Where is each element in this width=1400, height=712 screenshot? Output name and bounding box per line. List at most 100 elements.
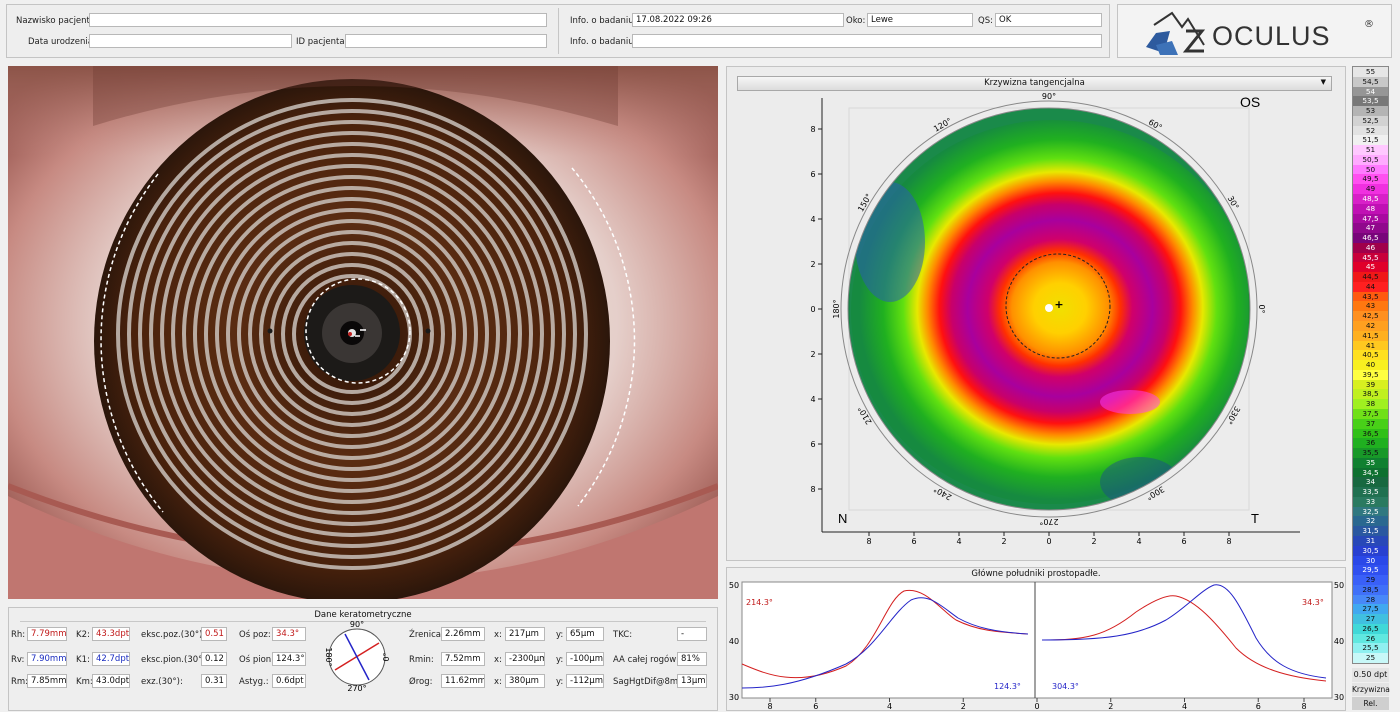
scale-entry: 28 (1353, 594, 1388, 605)
exam-info-label: Info. o badaniu: (570, 16, 637, 26)
rh-label: Rh: (11, 630, 26, 640)
scale-step-label[interactable]: 0.50 dpt (1352, 668, 1389, 682)
rm-label: Rm: (11, 677, 29, 687)
exam-datetime-field[interactable]: 17.08.2022 09:26 (632, 13, 844, 27)
rmin-x-label: x: (494, 655, 502, 665)
map-x-tick: 6 (911, 537, 916, 546)
patient-name-field[interactable] (89, 13, 547, 27)
exam-info-field[interactable] (632, 34, 1102, 48)
pupil-value: 2.26mm (441, 627, 485, 641)
patient-name-label: Nazwisko pacjenta: (16, 16, 98, 26)
scale-entry: 43 (1353, 301, 1388, 312)
k1-label: K1: (76, 655, 90, 665)
pupil-x-label: x: (494, 630, 502, 640)
scale-entry: 44,5 (1353, 272, 1388, 282)
registered-mark: ® (1364, 19, 1374, 30)
dial-270-label: 270° (347, 684, 366, 692)
scale-entry: 27,5 (1353, 604, 1388, 615)
scale-entry: 29,5 (1353, 565, 1388, 576)
scale-entry: 45 (1353, 262, 1388, 273)
pupil-y-label: y: (556, 630, 564, 640)
scale-entry: 32,5 (1353, 506, 1388, 517)
k1-value: 42.7dpt (92, 652, 130, 666)
left-blue-angle: 124.3° (994, 682, 1021, 691)
scale-type-label[interactable]: Krzywizna (1352, 683, 1390, 696)
scale-entry: 46 (1353, 242, 1388, 253)
axis-horizontal-label: Oś poz: (239, 630, 271, 640)
sag-value: 13µm (677, 674, 707, 688)
meridian-y-tick: 50 (729, 581, 739, 590)
scale-entry: 30 (1353, 555, 1388, 566)
scale-entry: 26 (1353, 633, 1388, 644)
scale-entry: 49,5 (1353, 174, 1388, 185)
scale-mode-label[interactable]: Rel. (1352, 697, 1389, 710)
scale-entry: 53,5 (1353, 96, 1388, 107)
tkc-label: TKC: (613, 630, 633, 640)
scale-entry: 31,5 (1353, 526, 1388, 536)
meridian-x-tick: 8 (767, 702, 772, 711)
temporal-label: T (1251, 511, 1259, 526)
scale-entry: 37 (1353, 418, 1388, 429)
scale-entry: 41,5 (1353, 330, 1388, 341)
patient-id-field[interactable] (345, 34, 547, 48)
patient-id-label: ID pacjenta: (296, 37, 348, 47)
map-y-tick: 0 (810, 305, 815, 314)
rmin-x-value: -2300µm (505, 652, 545, 666)
aa-label: AA całej rogówki: (613, 655, 687, 665)
meridian-y-tick-right: 30 (1334, 693, 1344, 702)
right-blue-angle: 304.3° (1052, 682, 1079, 691)
eye-field[interactable]: Lewe (867, 13, 973, 27)
map-x-tick: 2 (1001, 537, 1006, 546)
oculus-logo-text: OCULUS (1212, 21, 1331, 51)
color-scale: 55 54,5 54 53,5 53 52,5 52 51,5 51 50,5 50 49,5 49 48… (1352, 66, 1389, 664)
scale-entry: 55 (1353, 67, 1388, 77)
scale-entry: 52 (1353, 125, 1388, 136)
meridian-x-tick: 0 (1034, 702, 1039, 711)
angle-label: 270° (1039, 517, 1058, 526)
scale-entry: 49 (1353, 184, 1388, 194)
k2-value: 43.3dpt (92, 627, 130, 641)
scale-entry: 50 (1353, 164, 1388, 175)
scale-entry: 31 (1353, 535, 1388, 546)
qs-field[interactable]: OK (995, 13, 1102, 27)
km-value: 43.0dpt (92, 674, 130, 688)
topography-map: 8642024688 6 4 2 0 2 4 6 8 90°60°30°0°330°300°27… (810, 92, 1300, 546)
map-y-tick: 6 (810, 440, 815, 449)
scale-entry: 39,5 (1353, 369, 1388, 380)
scale-entry: 43,5 (1353, 291, 1388, 302)
scale-entry: 30,5 (1353, 545, 1388, 556)
rv-label: Rv: (11, 655, 25, 665)
angle-label: 240° (932, 484, 953, 501)
scale-entry: 25 (1353, 653, 1388, 663)
map-x-tick: 8 (866, 537, 871, 546)
limbus-value: 11.62mm (441, 674, 485, 688)
scale-entry: 50,5 (1353, 154, 1388, 165)
scale-entry: 34 (1353, 477, 1388, 488)
map-type-dropdown[interactable]: Krzywizna tangencjalna ▼ (737, 76, 1332, 91)
eye-label: Oko: (846, 16, 866, 26)
scale-entry: 32 (1353, 516, 1388, 527)
scale-entry: 40 (1353, 360, 1388, 370)
astigmatism-label: Astyg.: (239, 677, 269, 687)
rh-value: 7.79mm (27, 627, 67, 641)
scale-entry: 39 (1353, 379, 1388, 390)
ecc-mean-label: exz.(30°): (141, 677, 183, 687)
scale-entry: 25,5 (1353, 643, 1388, 654)
exam-info-label-2: Info. o badaniu: (570, 37, 637, 47)
dial-180-label: 180° (324, 647, 333, 666)
limbus-label: Ørog: (409, 677, 433, 687)
scale-entry: 48 (1353, 203, 1388, 214)
nasal-label: N (838, 511, 847, 526)
angle-label: 120° (932, 116, 953, 133)
meridian-profiles-chart: 50 50 40 40 30 30 8 6 4 2 0 2 4 6 8 214.3° 124.3° 304.… (729, 581, 1344, 711)
angle-label: 150° (856, 192, 873, 213)
scale-entry: 28,5 (1353, 584, 1388, 595)
ecc-mean-value: 0.31 (201, 674, 227, 688)
axis-horizontal-value: 34.3° (272, 627, 306, 641)
oculus-logo: OCULUS ® (1117, 4, 1392, 58)
birth-date-field[interactable] (89, 34, 292, 48)
angle-label: 180° (832, 299, 841, 318)
scale-entry: 54,5 (1353, 76, 1388, 87)
limbus-x-value: 380µm (505, 674, 545, 688)
scale-entry: 53 (1353, 106, 1388, 116)
